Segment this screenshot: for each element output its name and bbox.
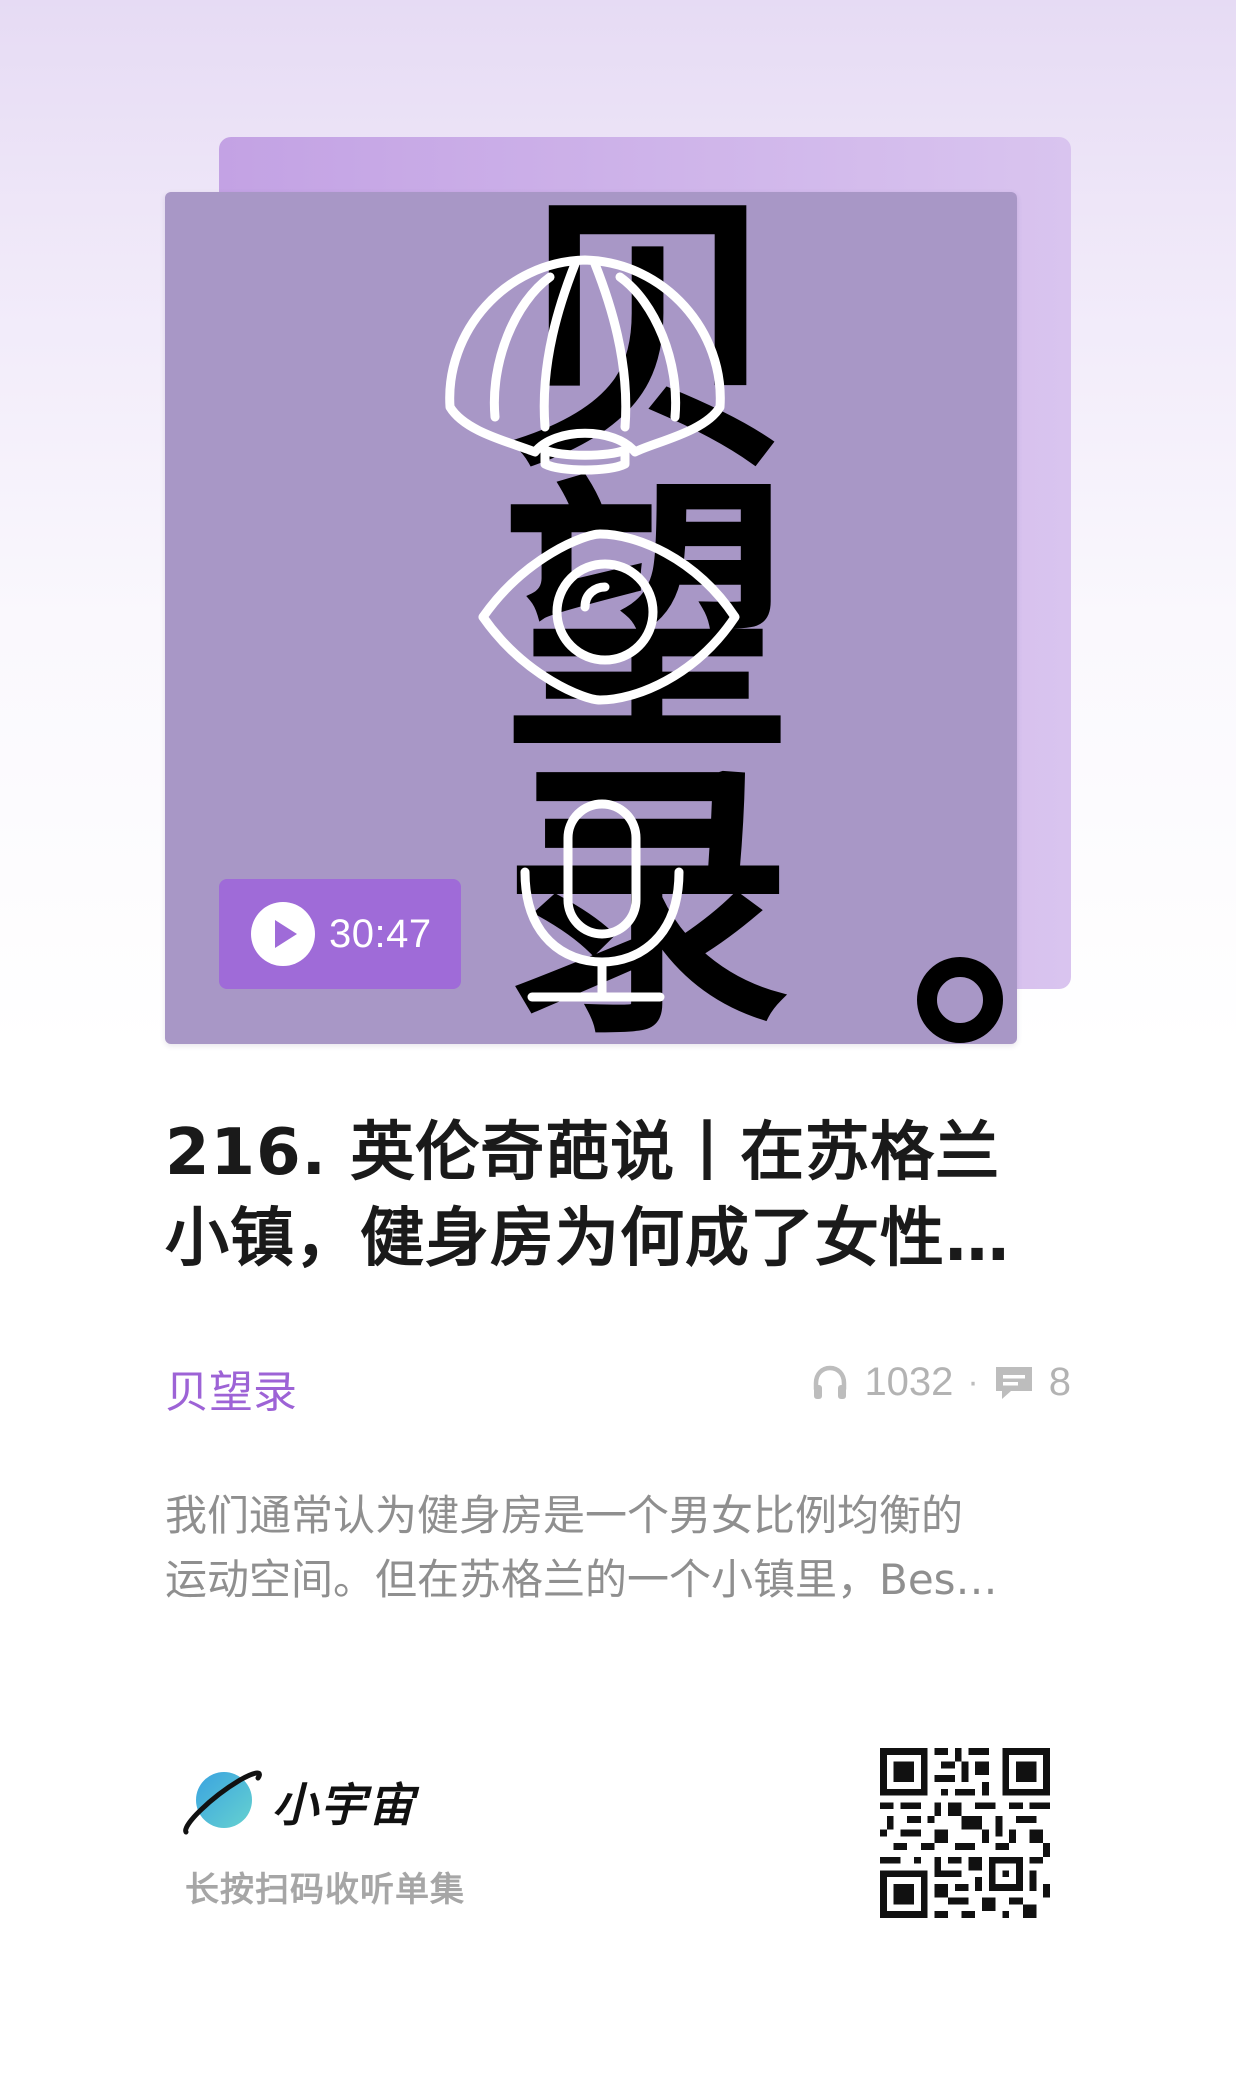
listen-count: 1032: [864, 1360, 954, 1404]
brand-name: 小宇宙: [272, 1778, 416, 1832]
headphones-icon: [814, 1365, 847, 1399]
comment-icon: [995, 1366, 1032, 1399]
description-line-2: 运动空间。但在苏格兰的一个小镇里，Bes…: [165, 1555, 998, 1604]
description-line-1: 我们通常认为健身房是一个男女比例均衡的: [165, 1491, 964, 1540]
qr-code[interactable]: [880, 1748, 1050, 1918]
duration-text: 30:47: [329, 911, 432, 956]
comment-count: 8: [1048, 1360, 1071, 1404]
episode-title-line-2: 小镇，健身房为何成了女性…: [165, 1202, 1010, 1276]
episode-description: 我们通常认为健身房是一个男女比例均衡的 运动空间。但在苏格兰的一个小镇里，Bes…: [165, 1484, 1071, 1612]
episode-title-line-1: 216. 英伦奇葩说丨在苏格兰: [165, 1116, 1001, 1190]
stats-separator: ·: [967, 1363, 979, 1401]
episode-title: 216. 英伦奇葩说丨在苏格兰 小镇，健身房为何成了女性…: [165, 1110, 1035, 1282]
podcast-name-link[interactable]: 贝望录: [165, 1356, 297, 1420]
play-icon[interactable]: [251, 902, 315, 966]
duration-badge[interactable]: 30:47: [219, 879, 461, 989]
episode-stats: 1032 · 8: [810, 1360, 1071, 1405]
episode-cover[interactable]: 贝 望 录 30:47: [165, 192, 1017, 1044]
scan-hint: 长按扫码收听单集: [185, 1870, 465, 1910]
planet-logo-icon: [183, 1770, 262, 1835]
cover-char-4-dot: [917, 957, 1003, 1043]
brand-logo: 小宇宙: [180, 1760, 416, 1844]
